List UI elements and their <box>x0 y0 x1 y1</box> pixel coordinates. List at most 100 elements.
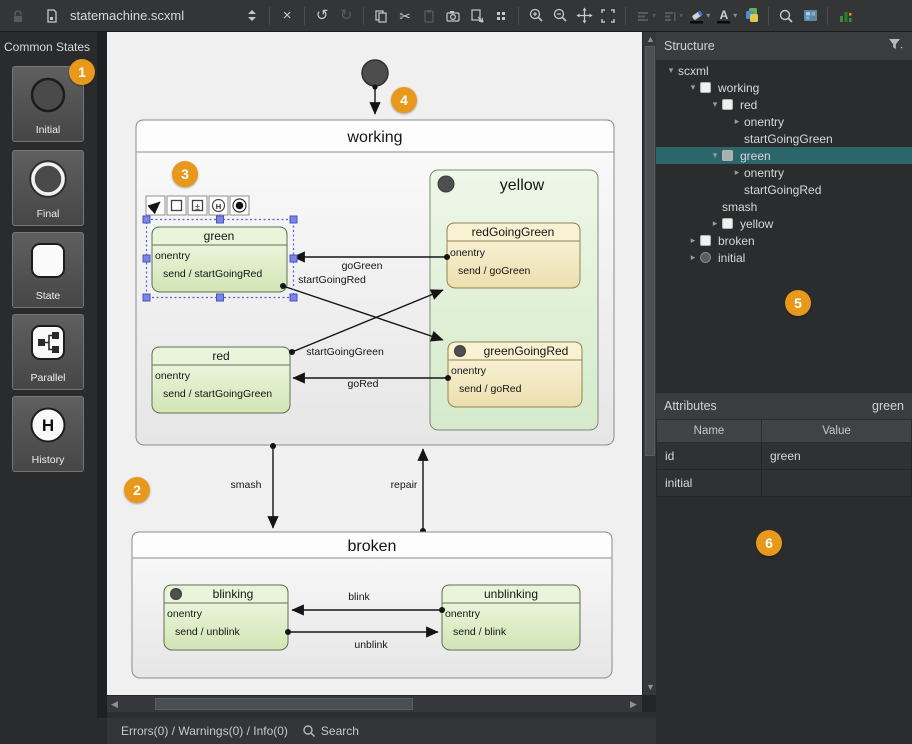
transition-label[interactable]: repair <box>391 479 418 491</box>
state-redGoingGreen[interactable]: redGoingGreen onentry send / goGreen <box>447 223 580 288</box>
navigator-icon[interactable] <box>798 4 822 28</box>
svg-text:A: A <box>720 8 729 22</box>
tree-item-green[interactable]: ▾green <box>656 147 912 164</box>
annotation-badge-2: 2 <box>124 477 150 503</box>
scroll-right-icon[interactable]: ▶ <box>630 700 637 709</box>
caret-down-icon[interactable]: ▾ <box>708 150 722 161</box>
horizontal-scrollbar[interactable]: ◀ ▶ <box>107 695 642 712</box>
transition-label[interactable]: unblink <box>354 639 388 651</box>
magnifier-tool-icon[interactable] <box>489 4 513 28</box>
redo-icon[interactable]: ↻ <box>334 4 358 28</box>
state-yellow[interactable]: yellow redGoingGreen onentry send / goGr… <box>430 170 598 430</box>
caret-down-icon[interactable]: ▾ <box>686 82 700 93</box>
quick-final-button[interactable] <box>230 196 249 215</box>
tree-item-initial[interactable]: ▸initial <box>656 249 912 266</box>
caret-right-icon[interactable]: ▸ <box>708 218 722 229</box>
state-chart-canvas[interactable]: working ± H green onentry send / startGo… <box>107 32 642 695</box>
transition-label[interactable]: startGoingRed <box>298 274 366 286</box>
onentry-label: onentry <box>451 365 487 377</box>
state-greenGoingRed[interactable]: greenGoingRed onentry send / goRed <box>448 342 582 407</box>
tree-item-red[interactable]: ▾ red <box>656 96 912 113</box>
palette-item-parallel[interactable]: Parallel <box>12 314 84 390</box>
annotation-badge-1: 1 <box>69 59 95 85</box>
color-themes-icon[interactable] <box>739 4 763 28</box>
undo-icon[interactable]: ↺ <box>310 4 334 28</box>
initial-node-icon <box>700 252 718 263</box>
lock-icon[interactable] <box>6 4 30 28</box>
parallel-state-icon <box>13 321 83 365</box>
scroll-down-icon[interactable]: ▼ <box>646 683 655 692</box>
cut-icon[interactable]: ✂ <box>393 4 417 28</box>
attribute-value[interactable]: green <box>762 443 912 470</box>
state-blinking[interactable]: blinking onentry send / unblink <box>164 585 288 650</box>
pan-tool-icon[interactable] <box>572 4 596 28</box>
palette-title: Common States <box>4 40 90 54</box>
tree-item-label: scxml <box>678 64 709 78</box>
log-filter-toggle[interactable]: Errors(0) / Warnings(0) / Info(0) <box>121 724 288 738</box>
transition-repair[interactable] <box>420 449 426 534</box>
transition-label[interactable]: startGoingGreen <box>306 346 384 358</box>
caret-right-icon[interactable]: ▸ <box>686 252 700 263</box>
tree-item-label: onentry <box>744 115 784 129</box>
tree-item-startGoingRed[interactable]: startGoingRed <box>656 181 912 198</box>
annotation-badge-3: 3 <box>172 161 198 187</box>
caret-right-icon[interactable]: ▸ <box>730 167 744 178</box>
caret-right-icon[interactable]: ▸ <box>686 235 700 246</box>
search-field[interactable]: Search <box>302 724 359 738</box>
tree-item-working[interactable]: ▾working <box>656 79 912 96</box>
horizontal-scrollbar-thumb[interactable] <box>155 698 413 710</box>
vertical-scrollbar-thumb[interactable] <box>645 46 655 456</box>
tree-item-yellow[interactable]: ▸yellow <box>656 215 912 232</box>
attribute-value[interactable] <box>762 470 912 497</box>
tree-item-smash[interactable]: smash <box>656 198 912 215</box>
transition-label[interactable]: goRed <box>348 378 379 390</box>
scroll-up-icon[interactable]: ▲ <box>646 35 655 44</box>
zoom-in-icon[interactable] <box>524 4 548 28</box>
state-broken[interactable]: broken blinking onentry send / unblink u… <box>132 532 612 678</box>
attribute-row-id[interactable]: idgreen <box>657 443 912 470</box>
tree-item-label: red <box>740 98 757 112</box>
state-red[interactable]: red onentry send / startGoingGreen <box>152 347 290 413</box>
palette-item-history[interactable]: H History <box>12 396 84 472</box>
quick-parallel-button[interactable]: ± <box>188 196 207 215</box>
vertical-scrollbar[interactable]: ▲ ▼ <box>642 32 656 695</box>
transition-label[interactable]: blink <box>348 591 370 603</box>
tree-item-onentry[interactable]: ▸onentry <box>656 113 912 130</box>
state-green[interactable]: green onentry send / startGoingRed <box>152 227 287 292</box>
transition-smash[interactable] <box>270 443 276 528</box>
panel-divider <box>97 32 107 744</box>
initial-pseudostate[interactable] <box>362 60 388 114</box>
palette-item-final[interactable]: Final <box>12 150 84 226</box>
statistics-icon[interactable] <box>833 4 857 28</box>
palette-item-state[interactable]: State <box>12 232 84 308</box>
quick-transition-button[interactable] <box>146 196 165 215</box>
tree-item-startGoingGreen[interactable]: startGoingGreen <box>656 130 912 147</box>
caret-right-icon[interactable]: ▸ <box>730 116 744 127</box>
quick-history-button[interactable]: H <box>209 196 228 215</box>
caret-down-icon[interactable]: ▾ <box>664 65 678 76</box>
common-states-panel: Common States Initial Final State Parall… <box>0 32 97 744</box>
structure-panel-header: Structure <box>656 32 912 60</box>
right-dock: Structure ▾scxml▾working▾red▸onentrystar… <box>656 32 912 744</box>
palette-item-label: Initial <box>36 124 61 136</box>
file-switcher-spin[interactable] <box>240 4 264 28</box>
tree-item-onentry[interactable]: ▸onentry <box>656 164 912 181</box>
tree-item-broken[interactable]: ▸broken <box>656 232 912 249</box>
caret-down-icon[interactable]: ▾ <box>708 99 722 110</box>
scroll-left-icon[interactable]: ◀ <box>111 700 118 709</box>
copy-icon[interactable] <box>369 4 393 28</box>
close-document-icon[interactable]: × <box>275 4 299 28</box>
transition-label[interactable]: smash <box>231 479 262 491</box>
attribute-row-initial[interactable]: initial <box>657 470 912 497</box>
zoom-out-icon[interactable] <box>548 4 572 28</box>
export-image-icon[interactable] <box>465 4 489 28</box>
tree-item-scxml[interactable]: ▾scxml <box>656 62 912 79</box>
fit-to-view-icon[interactable] <box>596 4 620 28</box>
filter-icon[interactable] <box>888 38 904 54</box>
search-icon[interactable] <box>774 4 798 28</box>
transition-label[interactable]: goGreen <box>342 260 383 272</box>
state-unblinking[interactable]: unblinking onentry send / blink <box>442 585 580 650</box>
quick-state-button[interactable] <box>167 196 186 215</box>
paste-icon[interactable] <box>417 4 441 28</box>
screenshot-icon[interactable] <box>441 4 465 28</box>
